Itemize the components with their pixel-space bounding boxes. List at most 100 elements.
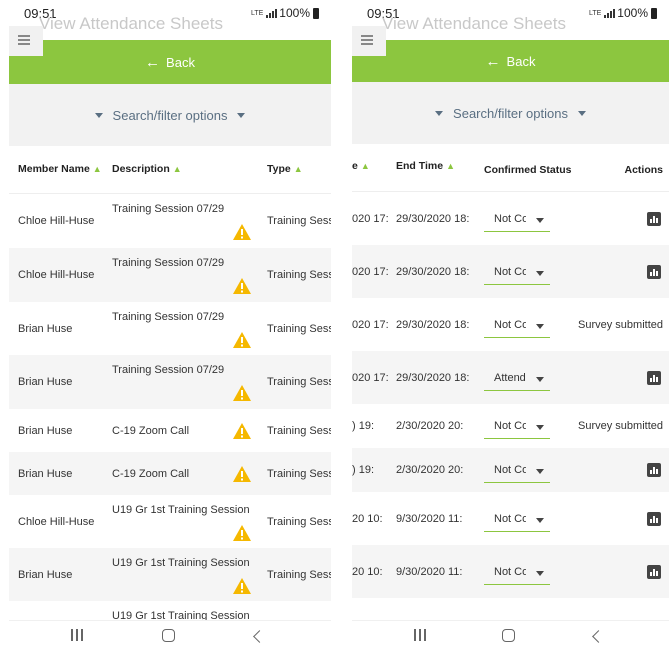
recent-apps-icon[interactable]	[414, 629, 426, 641]
system-nav-bar	[352, 620, 669, 650]
type: Training Session	[267, 323, 331, 335]
end-time: 29/30/2020 18:	[396, 213, 470, 225]
start-time: 020 17:	[352, 372, 389, 384]
description: U19 Gr 1st Training Session	[112, 557, 250, 569]
member-name: Brian Huse	[18, 376, 73, 388]
back-button[interactable]: ← Back	[352, 40, 669, 82]
confirmed-status-select[interactable]: Not Confirmed	[484, 459, 550, 483]
start-time: 020 17:	[352, 266, 389, 278]
back-label: Back	[506, 53, 536, 69]
confirmed-status-select[interactable]: Not Confirmed	[484, 261, 550, 285]
member-name: Chloe Hill-Huse	[18, 516, 95, 528]
menu-icon[interactable]	[9, 26, 43, 56]
table-row[interactable]: ) 19: 2/30/2020 20: Not Confirmed	[352, 448, 669, 492]
bar-chart-icon[interactable]	[647, 371, 661, 385]
chevron-down-icon	[536, 425, 544, 430]
table-row[interactable]: ) 19: 2/30/2020 20: Not Confirmed Survey su…	[352, 404, 669, 448]
bar-chart-icon[interactable]	[647, 265, 661, 279]
back-button[interactable]: ← Back	[9, 40, 331, 84]
recent-apps-icon[interactable]	[71, 629, 83, 641]
end-time: 9/30/2020 11:	[396, 566, 463, 578]
filter-toggle[interactable]: Search/filter options	[9, 84, 331, 146]
warning-icon[interactable]	[232, 384, 252, 402]
table-row[interactable]: 020 17: 29/30/2020 18: Not Confirmed Survey…	[352, 298, 669, 351]
warning-icon[interactable]	[232, 223, 252, 241]
warning-icon[interactable]	[232, 422, 252, 440]
type: Training Session	[267, 269, 331, 281]
lte-icon: LTE	[250, 9, 264, 17]
phone-screen-left: 09:51 LTE 100% View Attendance Sheets ← …	[9, 0, 331, 650]
type: Training Session	[267, 516, 331, 528]
type: Training Session	[267, 569, 331, 581]
table-row[interactable]: 20 10: 9/30/2020 11: Not Confirmed	[352, 545, 669, 598]
table-header: e ▲︎ End Time ▲︎ Confirmed Status Actions	[352, 144, 669, 192]
bar-chart-icon[interactable]	[647, 565, 661, 579]
menu-icon[interactable]	[352, 26, 386, 56]
column-header-start-time[interactable]: e ▲︎	[352, 160, 370, 172]
member-name: Brian Huse	[18, 323, 73, 335]
table-row[interactable]: 020 17: 29/30/2020 18: Attended	[352, 351, 669, 404]
bar-chart-icon[interactable]	[647, 212, 661, 226]
type: Training Session	[267, 215, 331, 227]
back-icon[interactable]	[253, 630, 266, 643]
warning-icon[interactable]	[232, 277, 252, 295]
table-row[interactable]: Brian Huse Training Session 07/29 Training…	[9, 355, 331, 409]
survey-status: Survey submitted	[578, 319, 663, 331]
warning-icon[interactable]	[232, 331, 252, 349]
sort-icon: ▲︎	[360, 161, 370, 171]
table-row[interactable]: Chloe Hill-Huse Training Session 07/29 Tra…	[9, 194, 331, 248]
back-arrow-icon: ←	[145, 53, 161, 71]
home-icon[interactable]	[162, 629, 175, 642]
start-time: ) 19:	[352, 420, 375, 432]
table-row[interactable]: Chloe Hill-Huse Training Session 07/29 Tra…	[9, 248, 331, 302]
member-name: Brian Huse	[18, 569, 73, 581]
member-name: Chloe Hill-Huse	[18, 215, 95, 227]
start-time: 020 17:	[352, 213, 389, 225]
sort-icon: ▲︎	[293, 164, 303, 174]
end-time: 29/30/2020 18:	[396, 266, 470, 278]
confirmed-status-select[interactable]: Not Confirmed	[484, 508, 550, 532]
confirmed-status-select[interactable]: Not Confirmed	[484, 561, 550, 585]
table-row[interactable]: 020 17: 29/30/2020 18: Not Confirmed	[352, 245, 669, 298]
column-header-type[interactable]: Type ▲︎	[267, 163, 303, 175]
filter-label: Search/filter options	[112, 107, 228, 123]
table-row[interactable]: Brian HuseC-19 Zoom CallTraining Session	[9, 452, 331, 495]
type: Training Session	[267, 376, 331, 388]
column-header-description[interactable]: Description ▲︎	[112, 163, 182, 175]
battery-icon	[313, 7, 319, 19]
end-time: 29/30/2020 18:	[396, 319, 470, 331]
caret-down-icon	[577, 110, 586, 116]
page-title: View Attendance Sheets	[39, 14, 223, 33]
home-icon[interactable]	[502, 629, 515, 642]
table-header: Member Name ▲︎ Description ▲︎ Type ▲︎	[9, 146, 331, 194]
filter-toggle[interactable]: Search/filter options	[352, 82, 669, 144]
page-title: View Attendance Sheets	[382, 14, 566, 33]
column-header-member[interactable]: Member Name ▲︎	[18, 163, 102, 175]
start-time: 20 10:	[352, 513, 383, 525]
table-row[interactable]: 020 17: 29/30/2020 18: Not Confirmed	[352, 192, 669, 245]
column-header-actions: Actions	[624, 164, 663, 176]
warning-icon[interactable]	[232, 465, 252, 483]
confirmed-status-select[interactable]: Attended	[484, 367, 550, 391]
column-header-end-time[interactable]: End Time ▲︎	[396, 160, 455, 172]
chevron-down-icon	[536, 324, 544, 329]
bar-chart-icon[interactable]	[647, 512, 661, 526]
description: U19 Gr 1st Training Session	[112, 504, 250, 516]
table-row[interactable]: Brian Huse U19 Gr 1st Training Session Tra…	[9, 548, 331, 601]
confirmed-status-select[interactable]: Not Confirmed	[484, 415, 550, 439]
table-row[interactable]: Chloe Hill-Huse U19 Gr 1st Training Sessi…	[9, 495, 331, 548]
bar-chart-icon[interactable]	[647, 463, 661, 477]
caret-down-icon	[237, 112, 246, 118]
description: Training Session 07/29	[112, 257, 225, 269]
caret-down-icon	[94, 112, 103, 118]
table-row[interactable]: Brian HuseC-19 Zoom CallTraining Session	[9, 409, 331, 452]
system-nav-bar	[9, 620, 331, 650]
member-name: Brian Huse	[18, 425, 73, 437]
table-row[interactable]: Brian Huse Training Session 07/29 Training…	[9, 302, 331, 355]
table-row[interactable]: 20 10: 9/30/2020 11: Not Confirmed	[352, 492, 669, 545]
confirmed-status-select[interactable]: Not Confirmed	[484, 314, 550, 338]
confirmed-status-select[interactable]: Not Confirmed	[484, 208, 550, 232]
warning-icon[interactable]	[232, 577, 252, 595]
warning-icon[interactable]	[232, 524, 252, 542]
back-icon[interactable]	[592, 630, 605, 643]
